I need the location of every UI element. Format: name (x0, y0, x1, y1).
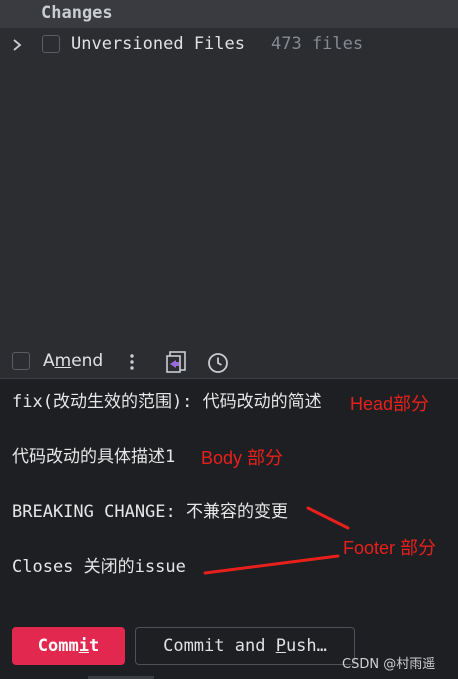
changes-panel: Changes Unversioned Files 473 files (0, 0, 458, 346)
message-body-line: 代码改动的具体描述1 (12, 447, 176, 467)
annotation-head: Head部分 (350, 394, 430, 414)
commit-toolbar: Amend (0, 346, 458, 379)
kebab-menu-icon[interactable] (124, 351, 140, 373)
chevron-right-icon[interactable] (10, 35, 24, 55)
message-head-line: fix(改动生效的范围): 代码改动的简述 (12, 392, 322, 412)
amend-checkbox[interactable] (12, 352, 30, 370)
commit-button-prefix: Comm (37, 636, 79, 656)
amend-label-suffix: end (71, 351, 104, 371)
unversioned-files-count: 473 files (271, 34, 364, 54)
unversioned-files-label: Unversioned Files (71, 34, 245, 54)
diff-icon[interactable] (164, 350, 188, 374)
push-button-mnemonic: P (275, 636, 286, 656)
push-button-prefix: Commit and (163, 636, 276, 656)
commit-message-editor[interactable]: fix(改动生效的范围): 代码改动的简述 Head部分 代码改动的具体描述1 … (0, 379, 458, 615)
commit-button-suffix: t (88, 636, 100, 656)
commit-button-mnemonic: i (78, 636, 89, 656)
amend-label-prefix: A (43, 351, 55, 371)
commit-actions: Comm i t Commit and Push… CSDN @村雨遥 (0, 615, 458, 679)
changes-header-label: Changes (41, 3, 113, 23)
message-breaking-line: BREAKING CHANGE: 不兼容的变更 (12, 502, 288, 522)
commit-button[interactable]: Comm i t (12, 627, 125, 665)
annotation-footer: Footer 部分 (343, 538, 437, 558)
history-clock-icon[interactable] (206, 351, 230, 375)
watermark: CSDN @村雨遥 (342, 657, 436, 672)
changes-header: Changes (0, 0, 458, 28)
amend-label[interactable]: Amend (43, 351, 103, 371)
commit-and-push-button[interactable]: Commit and Push… (135, 627, 355, 665)
amend-label-mnemonic: m (54, 351, 72, 371)
annotation-body: Body 部分 (201, 448, 284, 468)
push-button-suffix: ush… (285, 636, 327, 656)
unversioned-files-checkbox[interactable] (42, 35, 60, 53)
message-closes-line: Closes 关闭的issue (12, 557, 186, 577)
tree-row-unversioned-files[interactable]: Unversioned Files 473 files (0, 31, 458, 59)
